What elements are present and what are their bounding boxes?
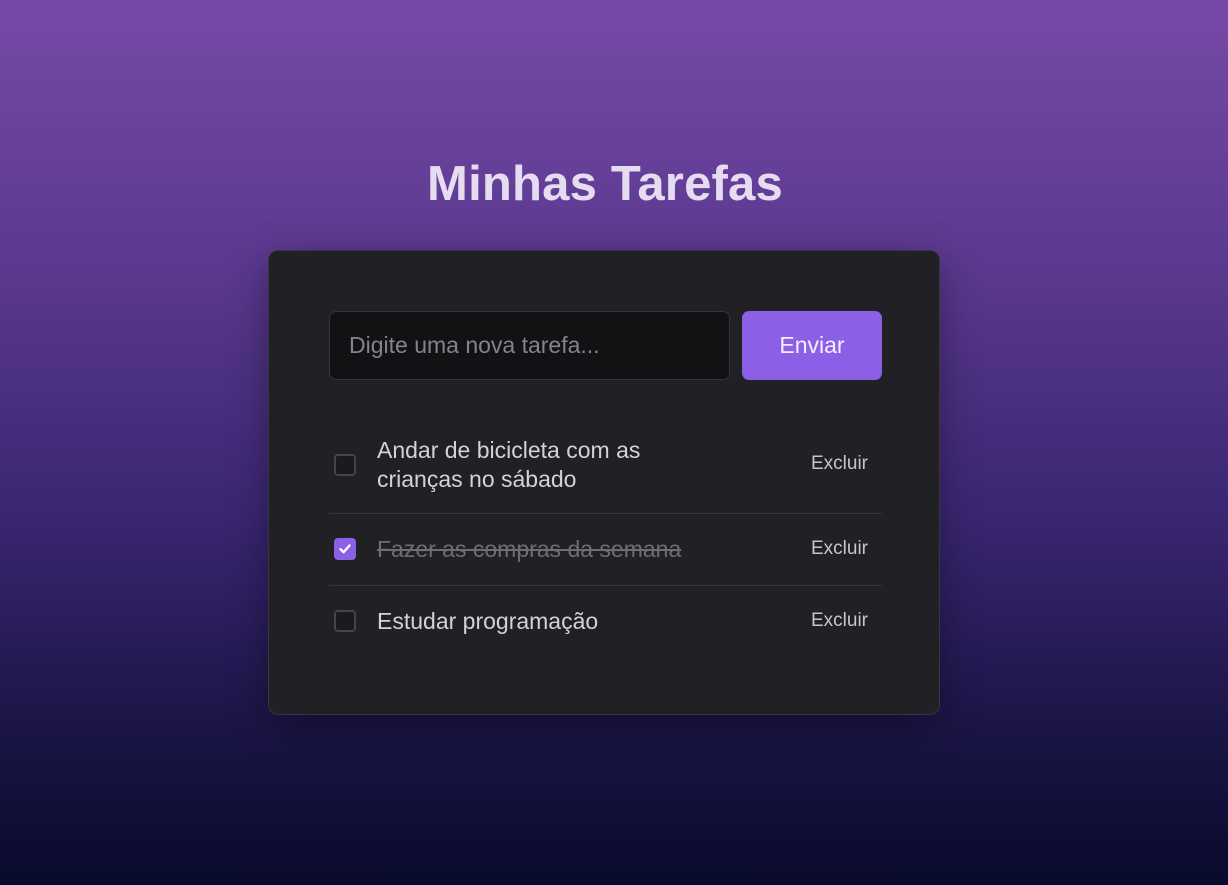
task-list: Andar de bicicleta com as crianças no sá…: [329, 426, 882, 658]
delete-button[interactable]: Excluir: [811, 610, 868, 632]
delete-button[interactable]: Excluir: [811, 538, 868, 560]
task-item: Estudar programação Excluir: [329, 586, 882, 658]
task-checkbox[interactable]: [334, 454, 356, 476]
page-title: Minhas Tarefas: [427, 157, 783, 211]
new-task-input[interactable]: [329, 311, 730, 380]
check-icon: [339, 544, 351, 554]
task-item: Andar de bicicleta com as crianças no sá…: [329, 426, 882, 514]
todo-card: Enviar Andar de bicicleta com as criança…: [268, 250, 940, 715]
task-checkbox[interactable]: [334, 610, 356, 632]
task-text: Fazer as compras da semana: [377, 536, 682, 562]
task-checkbox[interactable]: [334, 538, 356, 560]
send-button[interactable]: Enviar: [742, 311, 882, 380]
task-text: Andar de bicicleta com as crianças no sá…: [377, 437, 641, 492]
task-item: Fazer as compras da semana Excluir: [329, 514, 882, 586]
new-task-form: Enviar: [329, 311, 882, 380]
delete-button[interactable]: Excluir: [811, 453, 868, 475]
task-text: Estudar programação: [377, 608, 599, 634]
